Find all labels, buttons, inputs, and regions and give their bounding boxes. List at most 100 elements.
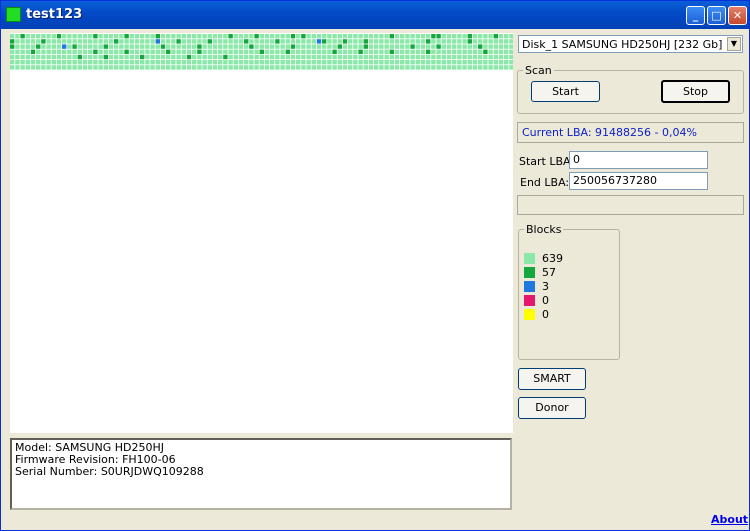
map-block xyxy=(129,65,134,70)
start-button[interactable]: Start xyxy=(531,81,600,102)
stop-button[interactable]: Stop xyxy=(661,80,730,103)
map-block xyxy=(452,54,457,60)
map-block xyxy=(223,60,228,65)
map-block xyxy=(332,39,337,44)
map-block xyxy=(441,44,446,49)
close-icon[interactable]: ✕ xyxy=(728,6,747,25)
map-block xyxy=(337,34,342,39)
map-block xyxy=(306,60,311,65)
map-block xyxy=(259,34,264,39)
map-block xyxy=(264,54,270,60)
map-block xyxy=(160,54,166,60)
map-block xyxy=(88,65,93,70)
map-block xyxy=(254,54,259,60)
map-block xyxy=(134,65,140,70)
map-block xyxy=(212,65,218,70)
map-block xyxy=(15,65,20,70)
map-block xyxy=(41,34,46,39)
map-block xyxy=(296,44,301,49)
map-block xyxy=(400,54,405,60)
map-block xyxy=(353,54,358,60)
map-block xyxy=(483,44,488,49)
map-block xyxy=(483,60,488,65)
map-block xyxy=(202,60,207,65)
end-lba-input[interactable]: 250056737280 xyxy=(569,172,708,190)
map-block xyxy=(290,65,296,70)
drive-info-box[interactable]: Model: SAMSUNG HD250HJ Firmware Revision… xyxy=(10,438,512,510)
donor-button[interactable]: Donor xyxy=(518,397,586,419)
map-block xyxy=(10,44,15,49)
map-block xyxy=(103,39,108,44)
map-block xyxy=(67,34,72,39)
map-block xyxy=(332,60,337,65)
map-block xyxy=(280,49,285,54)
map-block xyxy=(379,34,384,39)
map-block xyxy=(108,39,114,44)
map-block xyxy=(431,39,436,44)
map-block xyxy=(264,39,270,44)
map-block xyxy=(82,54,88,60)
map-block xyxy=(192,54,197,60)
smart-button[interactable]: SMART xyxy=(518,368,586,390)
map-block xyxy=(197,34,202,39)
map-block xyxy=(166,44,171,49)
about-link[interactable]: About xyxy=(711,513,748,526)
map-block xyxy=(415,39,420,44)
map-block xyxy=(160,39,166,44)
map-block xyxy=(285,39,290,44)
start-lba-input[interactable]: 0 xyxy=(569,151,708,169)
map-block xyxy=(197,49,202,54)
map-block xyxy=(254,39,259,44)
map-block xyxy=(498,44,504,49)
map-block xyxy=(67,39,72,44)
map-block xyxy=(436,54,441,60)
disk-select[interactable]: Disk_1 SAMSUNG HD250HJ [232 Gb] ▼ xyxy=(518,35,743,53)
map-block xyxy=(145,60,150,65)
map-block xyxy=(400,60,405,65)
map-block xyxy=(233,34,238,39)
title-bar[interactable]: test123 _ □ ✕ xyxy=(1,1,749,29)
map-block xyxy=(353,60,358,65)
map-block xyxy=(363,60,368,65)
map-block xyxy=(483,65,488,70)
map-block xyxy=(249,65,254,70)
maximize-icon[interactable]: □ xyxy=(707,6,726,25)
map-block xyxy=(56,49,62,54)
map-block xyxy=(72,60,77,65)
map-block xyxy=(509,60,514,65)
map-block xyxy=(493,54,498,60)
map-block xyxy=(62,34,67,39)
map-block xyxy=(493,60,498,65)
map-block xyxy=(88,60,93,65)
map-block xyxy=(212,54,218,60)
map-block xyxy=(446,65,452,70)
map-block xyxy=(41,65,46,70)
minimize-icon[interactable]: _ xyxy=(686,6,705,25)
chevron-down-icon[interactable]: ▼ xyxy=(727,37,741,51)
map-block xyxy=(327,60,332,65)
map-block xyxy=(441,49,446,54)
map-block xyxy=(10,54,15,60)
map-block xyxy=(384,34,389,39)
blocks-group-label: Blocks xyxy=(526,223,562,236)
map-block xyxy=(129,49,134,54)
map-block xyxy=(134,49,140,54)
map-block xyxy=(472,34,478,39)
map-block xyxy=(264,44,270,49)
map-block xyxy=(228,65,233,70)
map-block xyxy=(238,49,244,54)
map-block xyxy=(426,60,431,65)
map-block xyxy=(36,34,41,39)
map-block xyxy=(93,44,98,49)
map-block xyxy=(275,44,280,49)
map-block xyxy=(426,65,431,70)
map-block xyxy=(108,49,114,54)
map-block xyxy=(30,60,36,65)
map-block xyxy=(379,39,384,44)
map-block xyxy=(155,39,160,44)
map-block xyxy=(504,39,509,44)
map-block xyxy=(145,34,150,39)
map-block xyxy=(462,39,467,44)
map-block xyxy=(218,60,223,65)
map-block xyxy=(306,39,311,44)
